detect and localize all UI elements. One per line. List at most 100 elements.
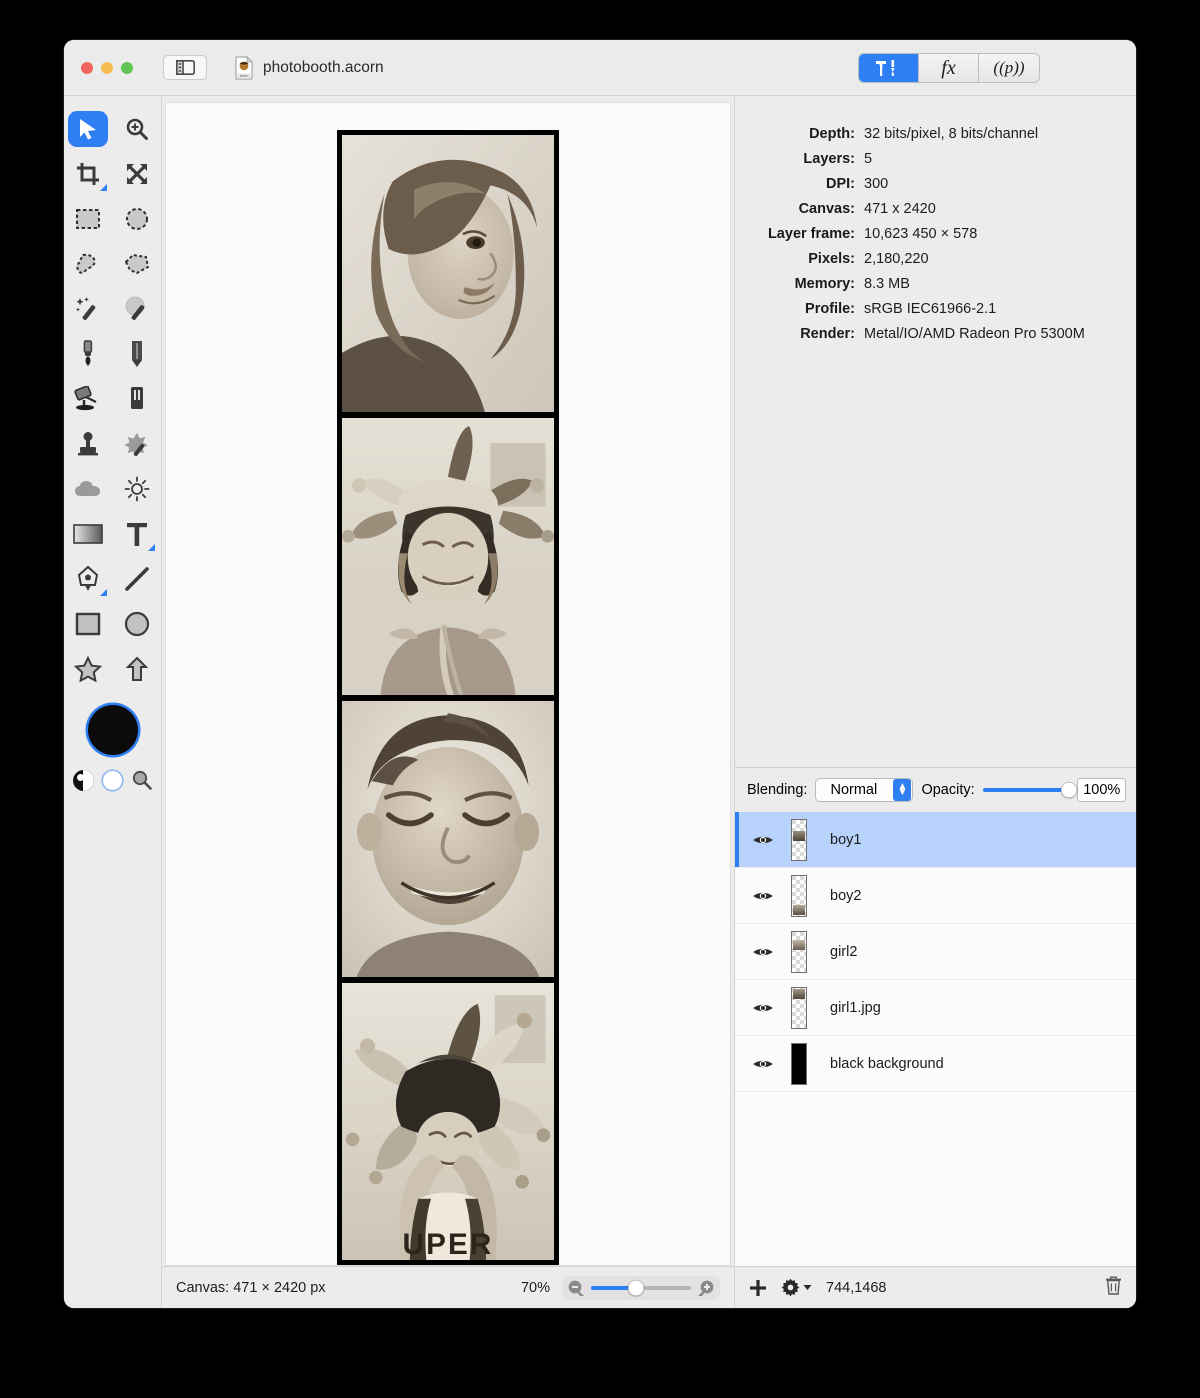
- foreground-color-swatch[interactable]: [87, 705, 138, 755]
- minimize-button[interactable]: [101, 61, 113, 74]
- line-tool[interactable]: [113, 556, 162, 601]
- info-label: Canvas:: [798, 201, 855, 217]
- swap-colors-icon[interactable]: [72, 769, 94, 791]
- info-row-canvas: Canvas: 471 x 2420: [735, 201, 1122, 217]
- layer-row-girl1[interactable]: girl1.jpg: [735, 980, 1136, 1036]
- elliptical-select-tool[interactable]: [113, 196, 162, 241]
- traffic-lights: [81, 61, 133, 74]
- pencil-icon: [131, 340, 142, 367]
- pencil-tool[interactable]: [113, 331, 162, 376]
- star-shape-tool[interactable]: [64, 646, 113, 691]
- transform-tool[interactable]: [113, 151, 162, 196]
- info-row-layers: Layers: 5: [735, 151, 1122, 167]
- close-button[interactable]: [81, 61, 93, 74]
- rectangular-select-tool[interactable]: [64, 196, 113, 241]
- layer-thumbnail: [791, 930, 807, 973]
- layer-row-boy1[interactable]: boy1: [735, 812, 1136, 868]
- instant-alpha-tool[interactable]: [113, 286, 162, 331]
- bezier-pen-icon: [78, 565, 99, 591]
- eraser-tool[interactable]: [113, 376, 162, 421]
- layer-visibility-toggle[interactable]: [735, 833, 791, 847]
- magic-wand-tool[interactable]: [64, 286, 113, 331]
- paintbrush-tool[interactable]: [64, 331, 113, 376]
- layers-list[interactable]: boy1 boy2 girl2 girl1.jpg black backgrou…: [735, 812, 1136, 1266]
- gear-icon: [781, 1278, 800, 1297]
- layer-visibility-toggle[interactable]: [735, 889, 791, 903]
- zoom-slider-track[interactable]: [591, 1280, 691, 1295]
- zoom-percent-label: 70%: [520, 1279, 550, 1296]
- move-tool[interactable]: [64, 106, 113, 151]
- background-color-swatch[interactable]: [102, 770, 122, 790]
- add-layer-button[interactable]: [749, 1279, 767, 1297]
- polygon-lasso-tool[interactable]: [113, 241, 162, 286]
- layer-row-boy2[interactable]: boy2: [735, 868, 1136, 924]
- info-value: 300: [864, 176, 889, 192]
- acorn-document-icon: Acorn: [235, 55, 253, 79]
- smudge-splat-icon: [124, 432, 148, 456]
- zoom-tool[interactable]: [113, 106, 162, 151]
- segment-filters[interactable]: fx: [919, 54, 979, 82]
- eye-icon: [753, 836, 773, 843]
- layers-panel-header: Blending: Normal ▲ ▼ Opacity: 100%: [735, 768, 1136, 812]
- info-label: Depth:: [809, 126, 855, 142]
- crop-tool[interactable]: [64, 151, 113, 196]
- blending-mode-select[interactable]: Normal ▲ ▼: [815, 778, 914, 802]
- magnifier-plus-icon[interactable]: [697, 1279, 715, 1297]
- chevron-down-icon: [803, 1285, 812, 1290]
- trash-icon: [1106, 1276, 1121, 1295]
- tool-palette: [64, 96, 162, 1308]
- magnifier-minus-icon[interactable]: [567, 1279, 585, 1297]
- blending-mode-value: Normal: [830, 782, 878, 798]
- canvas-size-label: Canvas: 471 × 2420 px: [176, 1279, 326, 1296]
- ellipse-shape-tool[interactable]: [113, 601, 162, 646]
- lasso-tool[interactable]: [64, 241, 113, 286]
- paint-bucket-tool[interactable]: [64, 376, 113, 421]
- opacity-slider-track[interactable]: [982, 782, 1077, 798]
- opacity-value-field[interactable]: 100%: [1077, 778, 1126, 802]
- zoom-slider-thumb[interactable]: [628, 1280, 644, 1295]
- segment-tools[interactable]: [859, 54, 919, 82]
- bezier-pen-tool[interactable]: [64, 556, 113, 601]
- rectangle-shape-tool[interactable]: [64, 601, 113, 646]
- info-row-layer-frame: Layer frame: 10,623 450 × 578: [735, 226, 1122, 242]
- layer-thumbnail: [791, 1042, 807, 1085]
- segment-presets[interactable]: ((p)): [979, 54, 1039, 82]
- marquee-ellipse-icon: [125, 207, 148, 230]
- info-label: Render:: [800, 326, 855, 342]
- smudge-tool[interactable]: [113, 421, 162, 466]
- layers-panel-footer: 744,1468: [735, 1266, 1136, 1308]
- zoom-slider-control[interactable]: [562, 1275, 720, 1300]
- inspector-mode-segmented-control[interactable]: fx ((p)): [858, 53, 1040, 83]
- layer-row-black-background[interactable]: black background: [735, 1036, 1136, 1092]
- gradient-tool[interactable]: [64, 511, 113, 556]
- zoom-button[interactable]: [121, 61, 133, 74]
- cursor-coordinates: 744,1468: [826, 1279, 887, 1296]
- clone-stamp-tool[interactable]: [64, 421, 113, 466]
- document-label[interactable]: Acorn photobooth.acorn: [234, 55, 384, 80]
- layer-visibility-toggle[interactable]: [735, 1057, 791, 1071]
- text-tool[interactable]: [113, 511, 162, 556]
- layer-visibility-toggle[interactable]: [735, 1001, 791, 1015]
- layer-thumbnail: [791, 818, 807, 861]
- eye-icon: [753, 1060, 773, 1067]
- lasso-icon: [76, 253, 96, 274]
- canvas-photo-girl1: [342, 135, 554, 412]
- sidebar-toggle-button[interactable]: [163, 55, 207, 80]
- opacity-label: Opacity:: [921, 782, 975, 798]
- info-label: Memory:: [794, 276, 855, 292]
- layer-actions-button[interactable]: [781, 1278, 812, 1297]
- arrow-shape-tool[interactable]: [113, 646, 162, 691]
- blur-tool[interactable]: [64, 466, 113, 511]
- eye-icon: [753, 948, 773, 955]
- document-canvas[interactable]: UPER: [337, 130, 559, 1265]
- cloud-icon: [75, 480, 101, 496]
- dodge-burn-tool[interactable]: [113, 466, 162, 511]
- layer-visibility-toggle[interactable]: [735, 945, 791, 959]
- layer-row-girl2[interactable]: girl2: [735, 924, 1136, 980]
- opacity-slider-thumb[interactable]: [1061, 782, 1077, 798]
- delete-layer-button[interactable]: [1105, 1276, 1122, 1299]
- canvas-scroll-area[interactable]: UPER: [165, 102, 731, 1266]
- info-row-profile: Profile: sRGB IEC61966-2.1: [735, 301, 1122, 317]
- info-value: 471 x 2420: [864, 201, 936, 217]
- magnifier-icon[interactable]: [131, 769, 153, 791]
